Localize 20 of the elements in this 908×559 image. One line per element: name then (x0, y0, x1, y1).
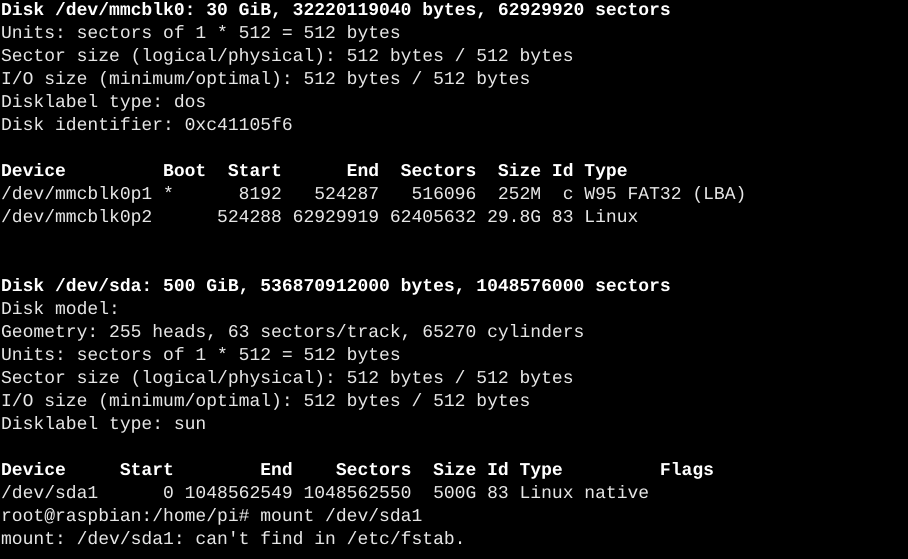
terminal-line: Disklabel type: dos (1, 92, 206, 115)
terminal-line: /dev/mmcblk0p2 524288 62929919 62405632 29.8G 83 Linux (1, 207, 638, 230)
terminal-line: Disk identifier: 0xc41105f6 (1, 115, 293, 138)
terminal-line: mount: /dev/sda1: can't find in /etc/fstab. (1, 529, 466, 552)
terminal-line: root@raspbian:/home/pi# mount /dev/sda1 (1, 506, 422, 529)
terminal-line: Disk /dev/mmcblk0: 30 GiB, 32220119040 bytes, 62929920 sectors (1, 0, 671, 23)
terminal-line: Device Boot Start End Sectors Size Id Type (1, 161, 628, 184)
terminal-line: Disk /dev/sda: 500 GiB, 536870912000 bytes, 1048576000 sectors (1, 276, 671, 299)
terminal-line: /dev/mmcblk0p1 * 8192 524287 516096 252M c W95 FAT32 (LBA) (1, 184, 746, 207)
terminal-line: Device Start End Sectors Size Id Type Flags (1, 460, 714, 483)
terminal-line: /dev/sda1 0 1048562549 1048562550 500G 83 Linux native (1, 483, 650, 506)
terminal-line: Sector size (logical/physical): 512 bytes / 512 bytes (1, 46, 574, 69)
terminal-line: Units: sectors of 1 * 512 = 512 bytes (1, 345, 401, 368)
terminal-line: Geometry: 255 heads, 63 sectors/track, 65270 cylinders (1, 322, 584, 345)
terminal-line: Disk model: (1, 299, 120, 322)
terminal-line: I/O size (minimum/optimal): 512 bytes / 512 bytes (1, 69, 530, 92)
terminal-line: I/O size (minimum/optimal): 512 bytes / 512 bytes (1, 391, 530, 414)
terminal-line: Units: sectors of 1 * 512 = 512 bytes (1, 23, 401, 46)
terminal-line: Disklabel type: sun (1, 414, 206, 437)
terminal-line: Sector size (logical/physical): 512 bytes / 512 bytes (1, 368, 574, 391)
